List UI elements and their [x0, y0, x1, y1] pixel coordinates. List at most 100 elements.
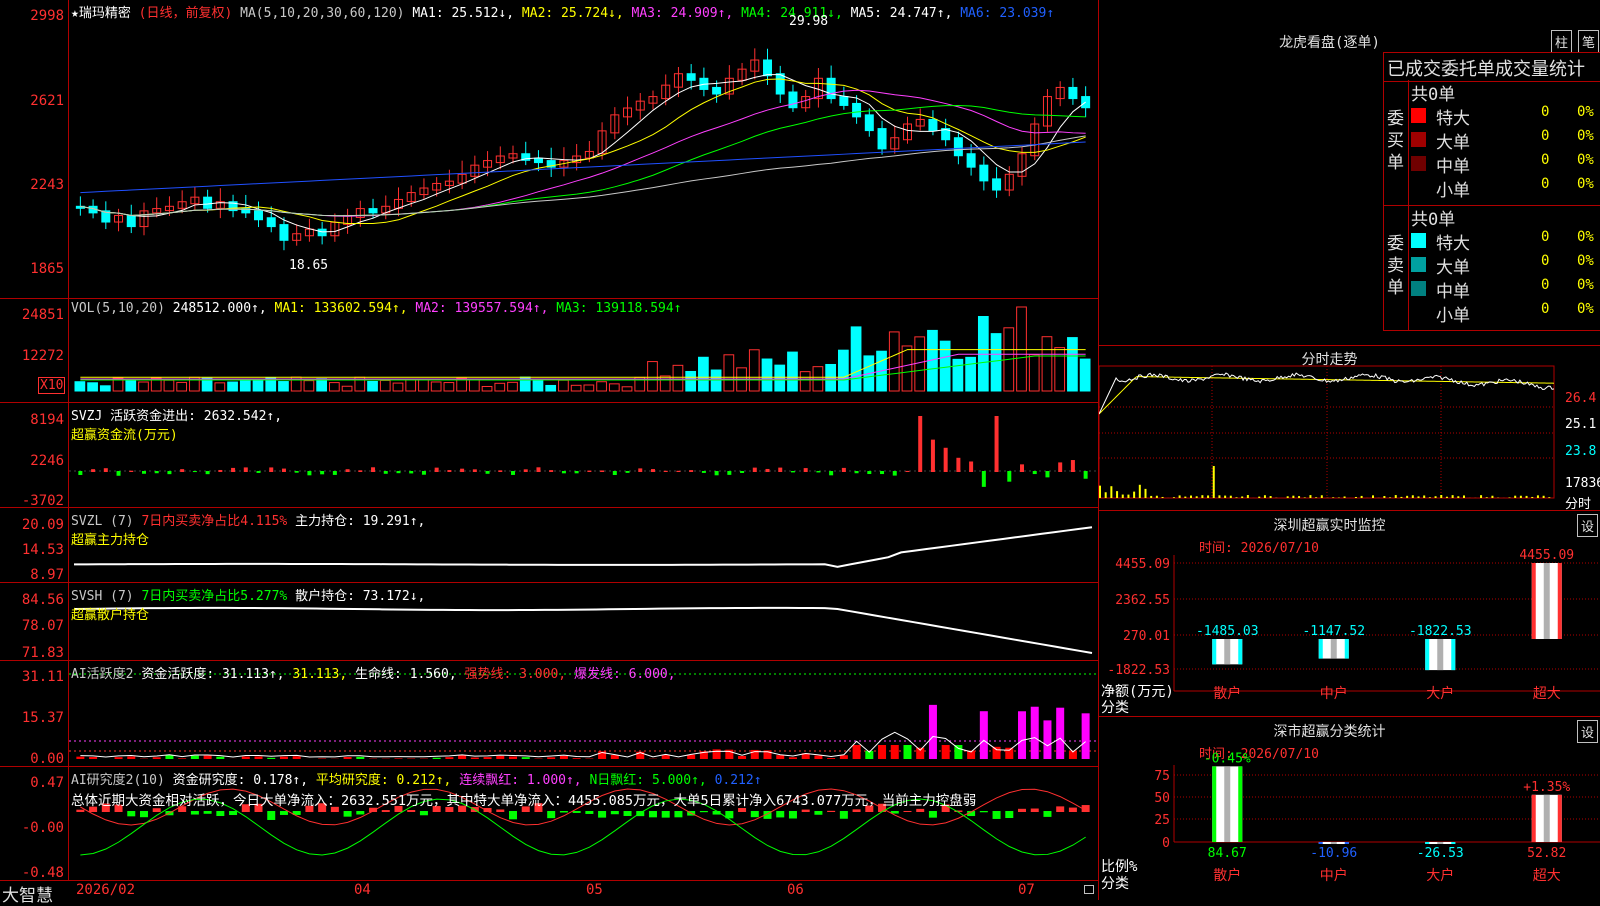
intraday-vol-bar [1292, 496, 1294, 498]
volume-bar [253, 379, 263, 391]
flow-bar [753, 468, 757, 472]
volume-bar [393, 383, 403, 391]
kline-panel[interactable]: 2998 2621 2243 1865 ★瑞玛精密 (日线，前复权) MA(5,… [0, 0, 1098, 298]
flow-bar [982, 471, 986, 487]
volume-bar [1029, 355, 1039, 391]
order-percent: 0% [1577, 176, 1594, 192]
ma6-value: MA6: 23.039↑ [960, 6, 1054, 21]
volume-bar [342, 386, 352, 391]
volume-bar [508, 382, 518, 391]
x-label: 05 [586, 882, 603, 898]
flow-bar [409, 471, 413, 473]
bar-edge [1425, 639, 1429, 670]
tick-view-button[interactable]: 笔 [1578, 30, 1599, 53]
ai-research-panel[interactable]: 0.47 -0.00 -0.48 AI研究度2(10) 资金研究度: 0.178… [0, 766, 1098, 881]
flow-bar [1033, 471, 1037, 474]
period-label[interactable]: (日线，前复权) [139, 6, 233, 21]
order-row: 大单00% [1411, 253, 1600, 277]
flow-bar [435, 468, 439, 472]
flow-bar [396, 471, 400, 473]
volume-bar [609, 384, 619, 391]
dragon-header: 已成交委托单成交量统计 [1383, 52, 1600, 82]
svzl-panel[interactable]: 20.09 14.53 8.97 SVZL (7) 7日内买卖净占比4.115%… [0, 507, 1098, 583]
flow-bar [676, 471, 680, 472]
stock-name[interactable]: ★瑞玛精密 [71, 6, 131, 21]
flow-bar [486, 471, 490, 474]
candle [687, 74, 695, 81]
ai1-v5: 爆发线: 6.000, [574, 667, 676, 682]
volume-bar [240, 380, 250, 391]
order-size-label: 小单 [1436, 301, 1470, 326]
flow-bar [371, 467, 375, 472]
candle [827, 78, 835, 98]
activity-bar [840, 755, 848, 759]
candlestick-chart[interactable] [0, 0, 1098, 298]
order-percent: 0% [1577, 277, 1594, 293]
svzj-panel[interactable]: 8194 2246 -3702 SVZJ 活跃资金进出: 2632.542↑, … [0, 402, 1098, 508]
vol-ma1: MA1: 133602.594↑, [275, 301, 408, 316]
volume-bar [966, 357, 976, 391]
intraday-vol-bar [1520, 496, 1522, 498]
activity-bar [878, 745, 886, 759]
intraday-vol-bar [1383, 496, 1385, 498]
intraday-vol-bar [1537, 495, 1539, 498]
color-swatch [1411, 233, 1426, 248]
research-bar [585, 811, 593, 814]
intraday-price-label: 25.1 [1565, 417, 1596, 432]
flow-bar [613, 471, 617, 475]
bar-value-label: 84.67 [1208, 846, 1247, 861]
flow-bar [384, 471, 388, 474]
volume-bar [330, 383, 340, 391]
candle [993, 179, 1001, 190]
volume-bar [139, 382, 149, 391]
volume-panel[interactable]: 24851 12272 X10 VOL(5,10,20) 248512.000↑… [0, 298, 1098, 403]
research-bar [1056, 806, 1064, 812]
ai1-v1: 资金活跃度: 31.113↑, [141, 667, 284, 682]
research-bar [509, 811, 517, 819]
ratio-chart[interactable]: 755025084.67散户-10.96中户-26.53大户52.82超大-0.… [1099, 717, 1600, 901]
intraday-vol-bar [1133, 492, 1135, 498]
ai-activity-panel[interactable]: 31.11 15.37 0.00 AI活跃度2 资金活跃度: 31.113↑, … [0, 660, 1098, 767]
bar-highlight [1437, 639, 1443, 670]
candle [954, 138, 962, 156]
flow-bar [816, 471, 820, 472]
volume-bar [660, 376, 670, 391]
realtime-monitor-panel[interactable]: 深圳超赢实时监控 设 时间: 2026/07/10 4455.092362.55… [1099, 510, 1600, 717]
research-bar [776, 811, 784, 817]
intraday-chart[interactable] [1099, 346, 1600, 511]
volume-bar [749, 350, 759, 391]
order-row: 小单00% [1411, 176, 1600, 200]
volume-bar [228, 382, 238, 391]
flow-bar [626, 471, 630, 473]
flow-bar [702, 471, 706, 473]
flow-bar [269, 467, 273, 472]
net-amount-chart[interactable]: 4455.092362.55270.01-1822.53-1485.03散户-1… [1099, 511, 1600, 717]
research-bar [280, 811, 288, 815]
intraday-vol-bar [1162, 497, 1164, 498]
bar-view-button[interactable]: 柱 [1551, 30, 1572, 53]
svsh-panel[interactable]: 84.56 78.07 71.83 SVSH (7) 7日内买卖净占比5.277… [0, 582, 1098, 661]
flow-bar [855, 471, 859, 473]
flow-bar [167, 471, 171, 474]
intraday-panel[interactable]: 分时走势 26.4 25.1 23.8 17836 分时 [1099, 345, 1600, 511]
volume-bar [279, 382, 289, 391]
lock-icon[interactable] [1084, 885, 1094, 894]
class-stat-panel[interactable]: 深市超赢分类统计 设 时间: 2026/07/10 755025084.67散户… [1099, 716, 1600, 901]
flow-bar [206, 471, 210, 474]
y-tick: -1822.53 [1107, 663, 1170, 678]
volume-bar [482, 386, 492, 391]
bar-edge [1345, 639, 1349, 659]
ai1-v2: 31.113, [292, 667, 347, 682]
volume-bar [775, 365, 785, 391]
ai-research-header: AI研究度2(10) 资金研究度: 0.178↑, 平均研究度: 0.212↑,… [71, 769, 762, 788]
svzj-header: SVZJ 活跃资金进出: 2632.542↑, 超赢资金流(万元) [71, 405, 282, 443]
intraday-vol-bar [1122, 495, 1124, 498]
order-size-label: 特大 [1436, 229, 1470, 254]
intraday-vol-bar [1287, 496, 1289, 498]
ai2-v4: N日飘红: 5.000↑, [589, 773, 706, 788]
color-swatch [1411, 156, 1426, 171]
bar-value-label: -1485.03 [1196, 624, 1259, 639]
ma6-line [80, 142, 1085, 193]
flow-bar [931, 440, 935, 472]
volume-bar [800, 372, 810, 391]
